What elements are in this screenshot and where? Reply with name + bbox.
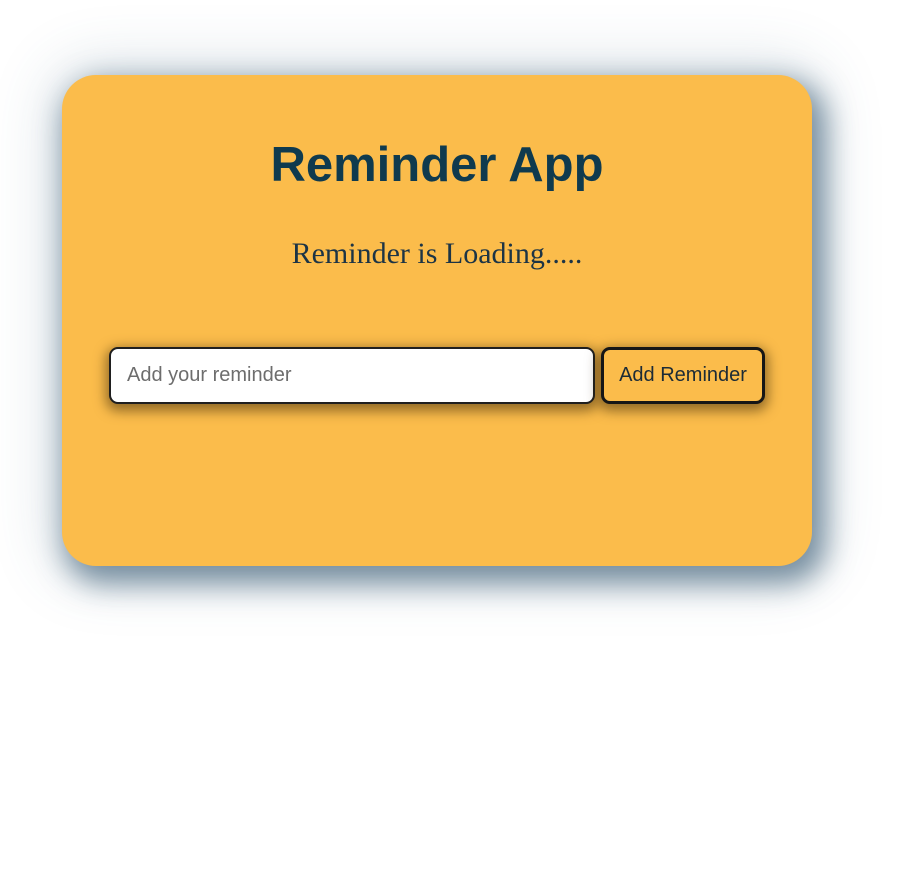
loading-status: Reminder is Loading.....	[291, 237, 583, 270]
reminder-input[interactable]	[109, 347, 595, 404]
add-reminder-button[interactable]: Add Reminder	[601, 347, 765, 404]
reminder-card: Reminder App Reminder is Loading..... Ad…	[62, 75, 812, 566]
app-title: Reminder App	[270, 138, 604, 192]
